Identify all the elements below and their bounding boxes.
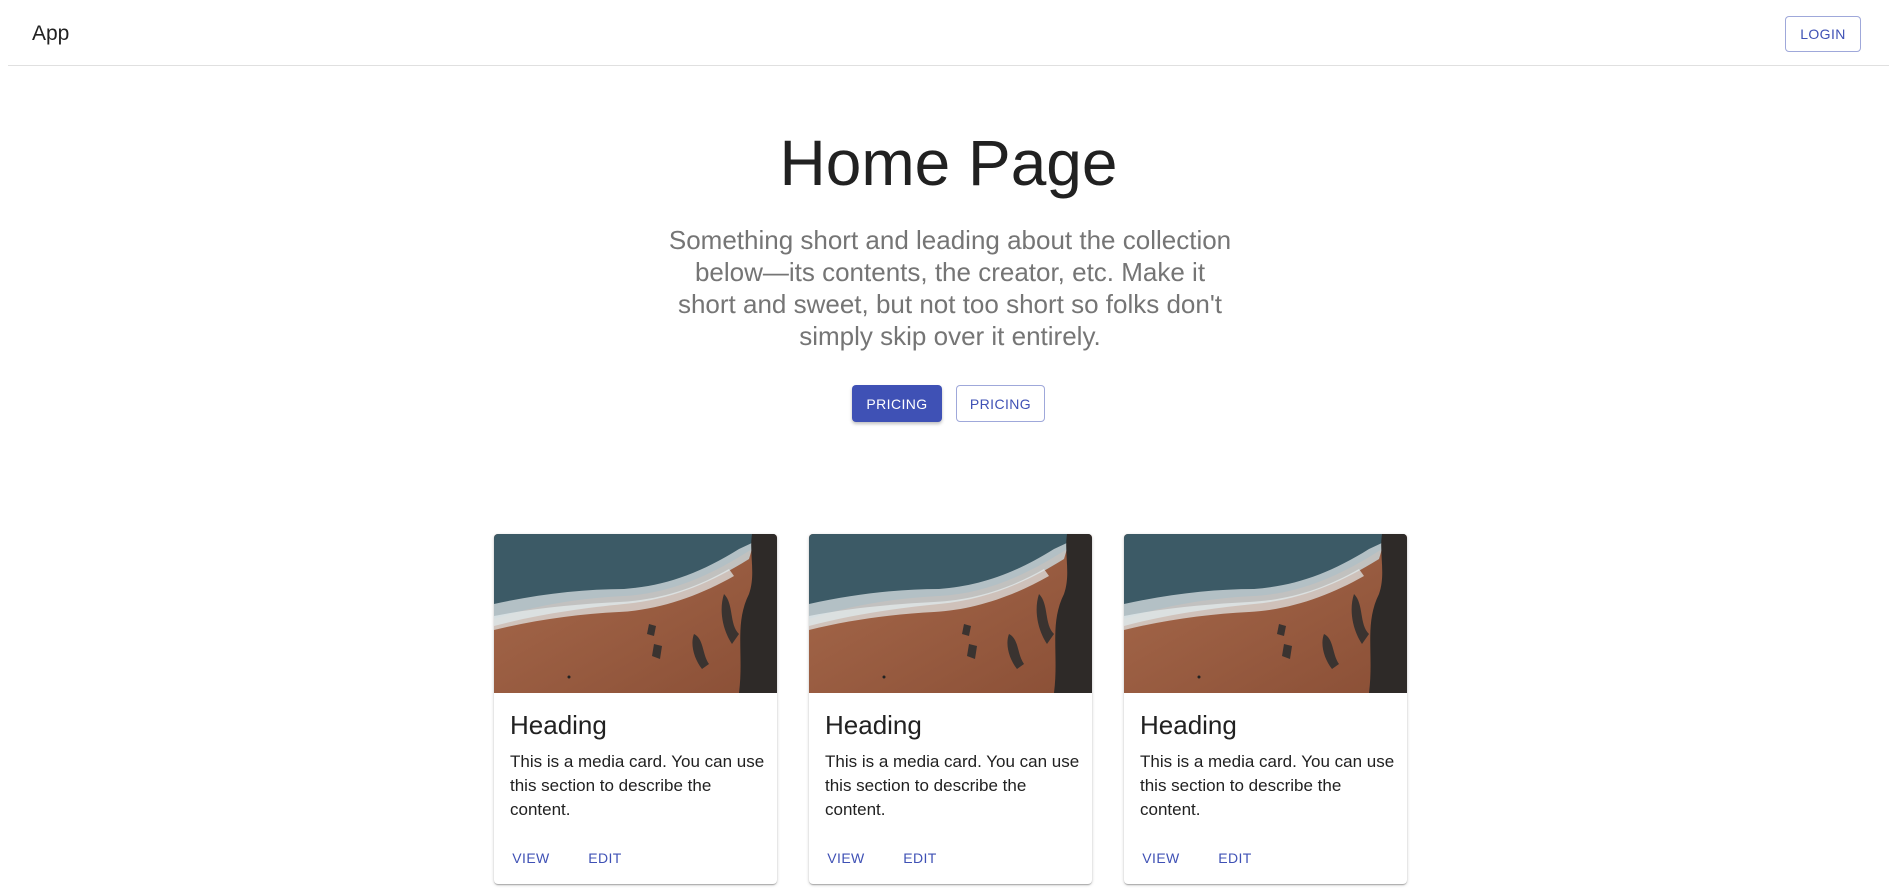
hero-button-row: PRICING PRICING (0, 385, 1897, 422)
login-button[interactable]: LOGIN (1785, 16, 1861, 52)
view-button[interactable]: VIEW (817, 844, 875, 872)
pricing-secondary-button[interactable]: PRICING (956, 385, 1045, 422)
edit-button[interactable]: EDIT (576, 844, 634, 872)
card-description: This is a media card. You can use this s… (510, 752, 765, 819)
page-title: Home Page (779, 127, 1118, 199)
beach-image (1124, 534, 1407, 693)
card-grid: Heading This is a media card. You can us… (494, 534, 1407, 884)
card-heading: Heading (825, 710, 922, 740)
card-description: This is a media card. You can use this s… (1140, 752, 1395, 819)
media-card: Heading This is a media card. You can us… (809, 534, 1092, 884)
card-description: This is a media card. You can use this s… (825, 752, 1080, 819)
card-heading: Heading (510, 710, 607, 740)
beach-image (494, 534, 777, 693)
edit-button[interactable]: EDIT (891, 844, 949, 872)
card-actions: VIEW EDIT (502, 844, 634, 872)
card-actions: VIEW EDIT (1132, 844, 1264, 872)
card-heading: Heading (1140, 710, 1237, 740)
pricing-primary-button[interactable]: PRICING (852, 385, 942, 422)
beach-image (809, 534, 1092, 693)
edit-button[interactable]: EDIT (1206, 844, 1264, 872)
view-button[interactable]: VIEW (502, 844, 560, 872)
view-button[interactable]: VIEW (1132, 844, 1190, 872)
card-actions: VIEW EDIT (817, 844, 949, 872)
media-card: Heading This is a media card. You can us… (494, 534, 777, 884)
app-title: App (32, 22, 70, 45)
media-card: Heading This is a media card. You can us… (1124, 534, 1407, 884)
page-subtitle: Something short and leading about the co… (668, 225, 1232, 351)
app-bar: App LOGIN (8, 0, 1889, 66)
